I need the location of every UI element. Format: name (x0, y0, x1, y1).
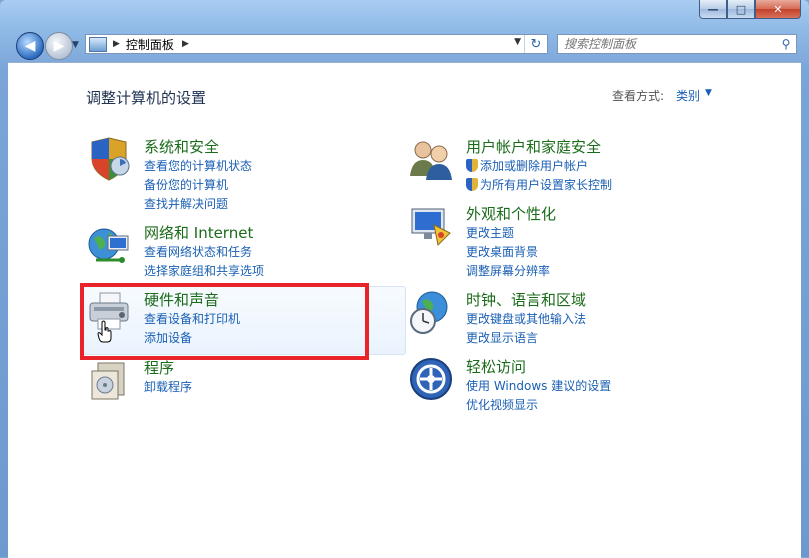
ease-of-access-icon (410, 358, 452, 400)
link-homegroup-sharing[interactable]: 选择家庭组和共享选项 (144, 262, 264, 279)
view-by-dropdown[interactable]: 类别 (676, 87, 700, 104)
forward-icon: ▶ (53, 38, 65, 54)
link-backup-computer[interactable]: 备份您的计算机 (144, 176, 228, 193)
chevron-down-icon[interactable]: ▼ (705, 88, 712, 98)
network-icon (88, 228, 129, 263)
search-box[interactable]: ⚲ (557, 34, 797, 54)
link-add-remove-users[interactable]: 添加或删除用户帐户 (466, 157, 588, 174)
link-change-keyboard[interactable]: 更改键盘或其他输入法 (466, 310, 586, 327)
page-title: 调整计算机的设置 (86, 89, 207, 107)
link-view-computer-status[interactable]: 查看您的计算机状态 (144, 157, 252, 174)
address-bar[interactable]: ▶ 控制面板 ▶ ▼ ↻ (85, 34, 548, 54)
breadcrumb-control-panel[interactable]: 控制面板 (126, 36, 174, 53)
category-title[interactable]: 时钟、语言和区域 (466, 289, 586, 310)
forward-button[interactable]: ▶ (45, 32, 73, 60)
category-title[interactable]: 外观和个性化 (466, 203, 556, 224)
link-windows-recommended[interactable]: 使用 Windows 建议的设置 (466, 377, 611, 394)
link-find-fix-problems[interactable]: 查找并解决问题 (144, 195, 228, 212)
category-title[interactable]: 网络和 Internet (144, 222, 253, 243)
uac-shield-icon (466, 178, 478, 191)
uac-shield-icon (466, 159, 478, 172)
link-change-display-language[interactable]: 更改显示语言 (466, 329, 538, 346)
control-panel-window: — □ ✕ ◀ ▶ ▼ ▶ 控制面板 ▶ ▼ ↻ ⚲ 调整计算机的设置 查看方式… (0, 0, 809, 558)
link-label: 添加或删除用户帐户 (480, 159, 589, 173)
view-by-label: 查看方式: (612, 89, 665, 103)
link-uninstall-program[interactable]: 卸载程序 (144, 378, 192, 395)
minimize-button[interactable]: — (699, 0, 727, 19)
address-dropdown-icon[interactable]: ▼ (514, 37, 521, 47)
close-button[interactable]: ✕ (755, 0, 801, 19)
caption-buttons: — □ ✕ (699, 0, 801, 19)
hand-cursor-icon (97, 320, 112, 343)
refresh-icon[interactable]: ↻ (524, 35, 547, 53)
link-parental-controls[interactable]: 为所有用户设置家长控制 (466, 176, 612, 193)
link-desktop-background[interactable]: 更改桌面背景 (466, 243, 538, 260)
users-icon (410, 141, 452, 180)
content-pane: 调整计算机的设置 查看方式: 类别 ▼ 系统和安全 查看您的计算机状态 备份您的… (8, 62, 801, 558)
appearance-icon (411, 208, 451, 247)
control-panel-icon (89, 36, 107, 52)
maximize-button[interactable]: □ (727, 0, 755, 19)
breadcrumb-arrow-icon[interactable]: ▶ (182, 39, 189, 49)
search-input[interactable] (558, 36, 776, 52)
back-button[interactable]: ◀ (16, 32, 44, 60)
link-label: 为所有用户设置家长控制 (480, 178, 613, 192)
search-icon[interactable]: ⚲ (776, 37, 796, 51)
category-title[interactable]: 程序 (144, 357, 174, 378)
link-optimize-video[interactable]: 优化视频显示 (466, 396, 538, 413)
category-title[interactable]: 轻松访问 (466, 356, 526, 377)
clock-globe-icon (410, 291, 448, 334)
breadcrumb-arrow-icon[interactable]: ▶ (113, 39, 120, 49)
link-network-status[interactable]: 查看网络状态和任务 (144, 243, 252, 260)
link-change-theme[interactable]: 更改主题 (466, 224, 514, 241)
back-icon: ◀ (24, 38, 36, 54)
programs-icon (91, 362, 125, 400)
highlight-box (80, 283, 369, 360)
category-title[interactable]: 用户帐户和家庭安全 (466, 136, 601, 157)
link-screen-resolution[interactable]: 调整屏幕分辨率 (466, 262, 550, 279)
category-title[interactable]: 系统和安全 (144, 136, 219, 157)
shield-icon (91, 137, 130, 181)
recent-pages-dropdown[interactable]: ▼ (72, 40, 79, 50)
